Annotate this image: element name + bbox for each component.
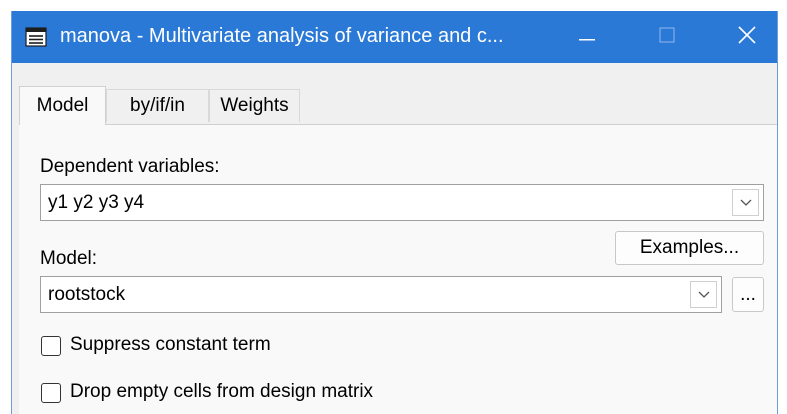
dependent-variables-combobox[interactable]: y1 y2 y3 y4 bbox=[40, 184, 764, 221]
dependent-variables-dropdown-button[interactable] bbox=[732, 189, 759, 216]
model-tab-panel: Dependent variables: y1 y2 y3 y4 Model: … bbox=[19, 124, 777, 414]
minimize-button[interactable] bbox=[557, 11, 617, 63]
title-bar[interactable]: manova - Multivariate analysis of varian… bbox=[12, 11, 777, 63]
maximize-icon bbox=[659, 27, 675, 48]
close-icon bbox=[738, 25, 756, 49]
model-combobox[interactable]: rootstock bbox=[40, 276, 722, 313]
chevron-down-icon bbox=[698, 286, 710, 304]
window-title: manova - Multivariate analysis of varian… bbox=[60, 25, 504, 47]
tab-weights[interactable]: Weights bbox=[209, 89, 300, 122]
maximize-button[interactable] bbox=[637, 11, 697, 63]
tab-strip: Model by/if/in Weights bbox=[19, 86, 777, 125]
drop-empty-cells-row[interactable]: Drop empty cells from design matrix bbox=[41, 381, 461, 407]
tab-by-if-in[interactable]: by/if/in bbox=[106, 89, 209, 122]
model-value: rootstock bbox=[48, 284, 126, 305]
manova-dialog-window: manova - Multivariate analysis of varian… bbox=[11, 11, 778, 414]
tab-model[interactable]: Model bbox=[19, 86, 106, 125]
chevron-down-icon bbox=[740, 194, 752, 212]
dependent-variables-label: Dependent variables: bbox=[40, 156, 220, 177]
suppress-constant-label: Suppress constant term bbox=[70, 334, 271, 355]
model-dropdown-button[interactable] bbox=[690, 281, 717, 308]
model-label: Model: bbox=[40, 248, 98, 269]
model-browse-button[interactable]: ... bbox=[732, 277, 764, 312]
dependent-variables-value: y1 y2 y3 y4 bbox=[48, 192, 145, 213]
drop-empty-cells-checkbox[interactable] bbox=[41, 383, 61, 403]
close-button[interactable] bbox=[717, 11, 777, 63]
drop-empty-cells-label: Drop empty cells from design matrix bbox=[70, 381, 374, 402]
minimize-icon bbox=[579, 28, 595, 46]
examples-button[interactable]: Examples... bbox=[615, 231, 764, 265]
suppress-constant-row[interactable]: Suppress constant term bbox=[41, 334, 341, 360]
dialog-list-icon bbox=[25, 27, 47, 47]
suppress-constant-checkbox[interactable] bbox=[41, 336, 61, 356]
